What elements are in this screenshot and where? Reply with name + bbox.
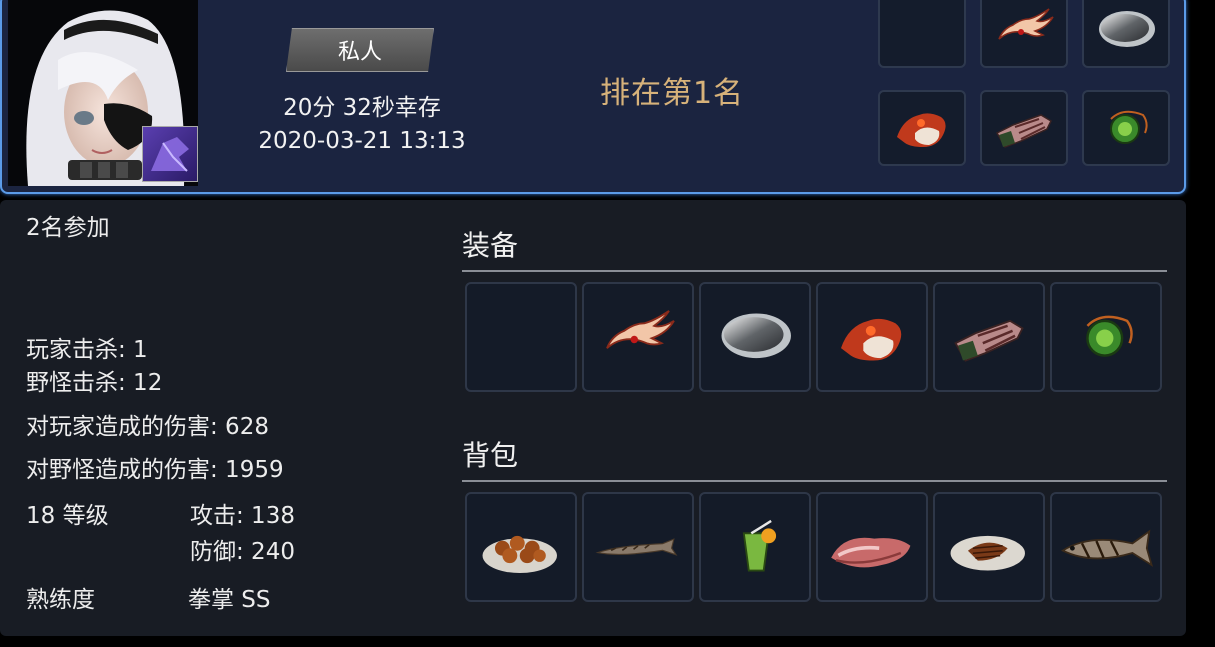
backpack-divider — [462, 480, 1167, 482]
match-mode-tag: 私人 — [286, 28, 434, 72]
backpack-slot-4[interactable] — [816, 492, 928, 602]
backpack-slot-6[interactable] — [1050, 492, 1162, 602]
sliced-meat-plate-icon — [949, 535, 1026, 572]
equipment-slot-4[interactable] — [816, 282, 928, 392]
player-kills: 玩家击杀: 1 — [26, 337, 148, 363]
backpack-slot-1[interactable] — [465, 492, 577, 602]
backpack-slot-5[interactable] — [933, 492, 1045, 602]
silver-disc-icon — [1099, 11, 1155, 47]
green-accessory-icon — [1110, 110, 1148, 144]
top-equip-slot-1[interactable] — [878, 0, 966, 68]
weapon-mastery-badge-icon — [142, 126, 198, 182]
meatballs-plate-icon — [482, 535, 557, 574]
green-drink-icon — [742, 519, 778, 572]
top-equip-slot-3[interactable] — [1082, 0, 1170, 68]
damage-to-players: 对玩家造成的伤害: 628 — [26, 414, 269, 440]
survival-time: 20分 32秒幸存 — [283, 95, 441, 121]
dried-fish-icon — [596, 538, 677, 556]
red-armor-icon — [897, 113, 946, 147]
equipment-divider — [462, 270, 1167, 272]
character-level: 18 等级 — [26, 503, 109, 529]
equipment-slot-2[interactable] — [582, 282, 694, 392]
top-equip-slot-6[interactable] — [1082, 90, 1170, 166]
equipment-slot-3[interactable] — [699, 282, 811, 392]
match-datetime: 2020-03-21 13:13 — [258, 128, 466, 154]
equipment-slot-6[interactable] — [1050, 282, 1162, 392]
backpack-title: 背包 — [462, 439, 519, 472]
damage-to-monsters: 对野怪造成的伤害: 1959 — [26, 457, 284, 483]
equipment-slot-1[interactable] — [465, 282, 577, 392]
silver-disc-icon — [721, 313, 791, 359]
match-summary-card[interactable]: 私人 20分 32秒幸存 2020-03-21 13:13 排在第1名 — [0, 0, 1186, 194]
attack-stat: 攻击: 138 — [190, 503, 295, 529]
monster-kills: 野怪击杀: 12 — [26, 370, 163, 396]
participants-count: 2名参加 — [26, 215, 110, 241]
grilled-fish-icon — [1061, 530, 1153, 567]
match-detail-panel: 2名参加 玩家击杀: 1 野怪击杀: 12 对玩家造成的伤害: 628 对野怪造… — [0, 200, 1186, 636]
green-accessory-icon — [1086, 315, 1133, 357]
mastery-value: 拳掌 SS — [188, 587, 271, 613]
top-equip-slot-2[interactable] — [980, 0, 1068, 68]
red-armor-icon — [841, 318, 902, 361]
top-equip-slot-4[interactable] — [878, 90, 966, 166]
rank-text: 排在第1名 — [599, 76, 745, 111]
armored-boots-icon — [996, 114, 1052, 148]
raw-meat-icon — [829, 535, 913, 570]
equipment-title: 装备 — [462, 229, 519, 262]
armored-boots-icon — [954, 319, 1024, 362]
backpack-slot-3[interactable] — [699, 492, 811, 602]
wing-headband-icon — [606, 310, 675, 350]
equipment-slot-5[interactable] — [933, 282, 1045, 392]
top-equip-slot-5[interactable] — [980, 90, 1068, 166]
backpack-slot-2[interactable] — [582, 492, 694, 602]
defense-stat: 防御: 240 — [190, 539, 295, 565]
wing-headband-icon — [998, 8, 1054, 40]
mastery-label: 熟练度 — [26, 587, 95, 613]
